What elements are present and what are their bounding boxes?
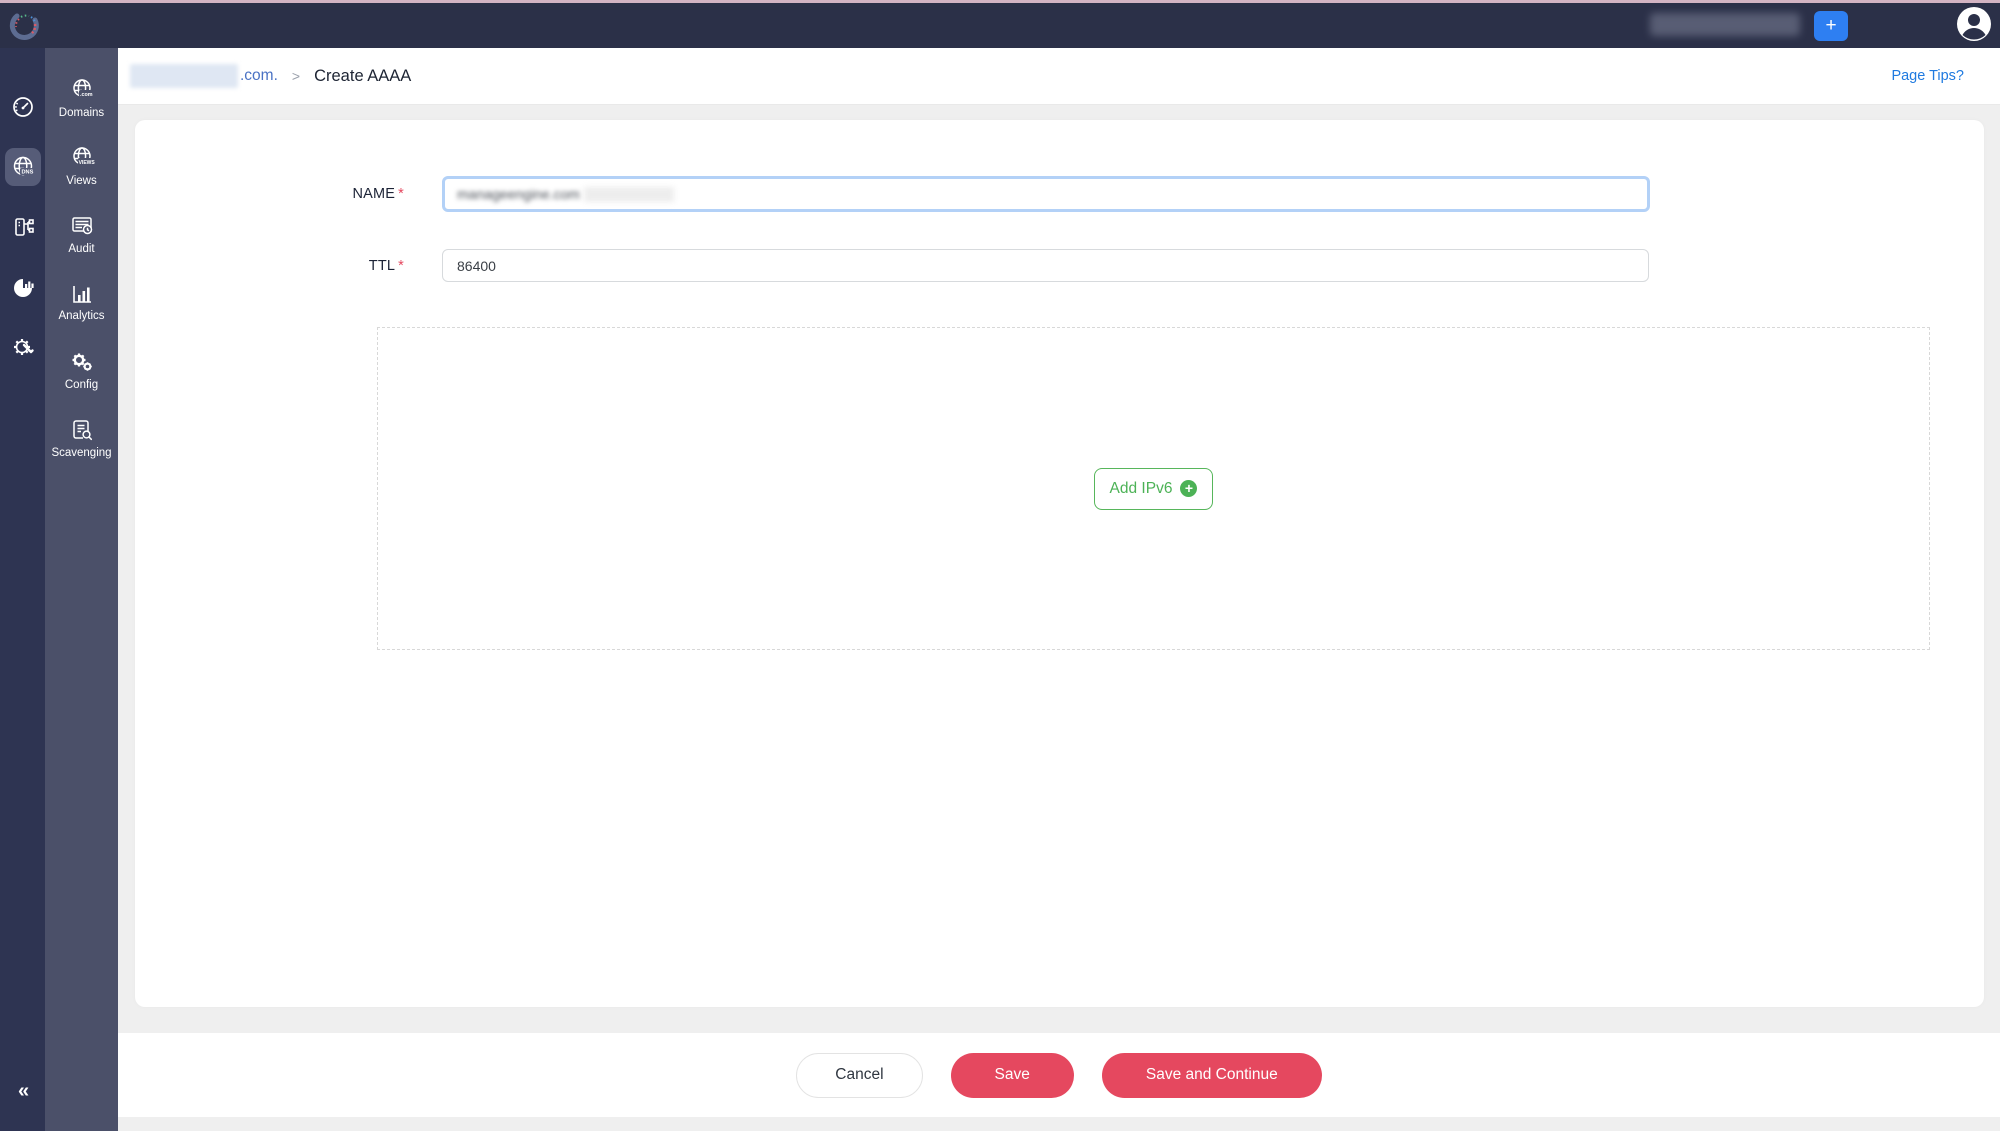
scavenging-doc-search-icon	[69, 417, 95, 443]
name-value-redaction-tail	[584, 187, 674, 202]
subnav-label: Domains	[59, 107, 104, 119]
breadcrumb-bar: .com. > Create AAAA Page Tips?	[118, 48, 2000, 105]
subnav-label: Audit	[68, 243, 94, 255]
save-and-continue-button[interactable]: Save and Continue	[1102, 1053, 1322, 1098]
subnav-label: Scavenging	[51, 447, 111, 459]
primary-sidebar: DNS	[0, 48, 45, 1131]
add-ipv6-button[interactable]: Add IPv6 +	[1094, 468, 1214, 510]
collapse-chevrons-icon[interactable]: «	[0, 1080, 45, 1103]
ipv6-records-dropzone: Add IPv6 +	[377, 327, 1930, 650]
breadcrumb-separator: >	[292, 68, 300, 84]
dashboard-gauge-icon	[11, 95, 35, 119]
ttl-form-row: TTL* 86400	[135, 249, 1784, 282]
logo-swoosh-icon	[7, 6, 45, 44]
subnav-item-views[interactable]: VIEWS Views	[45, 132, 118, 200]
breadcrumb-domain-redacted[interactable]	[130, 64, 238, 88]
add-new-button[interactable]: +	[1814, 11, 1848, 41]
app-window: +	[0, 0, 2000, 1131]
name-form-row: NAME* manageengine.com	[135, 176, 1784, 212]
reports-pie-icon	[11, 275, 35, 299]
name-field-label: NAME*	[135, 186, 404, 202]
name-input[interactable]: manageengine.com	[442, 176, 1650, 212]
create-aaaa-form-card: NAME* manageengine.com TTL* 86400 Add IP…	[135, 120, 1984, 1007]
admin-gear-wrench-icon	[11, 335, 35, 359]
top-header-bar: +	[0, 0, 2000, 48]
form-action-bar: Cancel Save Save and Continue	[118, 1033, 2000, 1117]
views-globe-icon: VIEWS	[69, 145, 95, 171]
svg-text:VIEWS: VIEWS	[78, 160, 94, 166]
page-title: Create AAAA	[314, 67, 411, 86]
sidebar-item-ipam[interactable]	[5, 208, 41, 246]
subnav-label: Views	[66, 175, 96, 187]
user-avatar-icon[interactable]	[1956, 6, 1992, 42]
cancel-button[interactable]: Cancel	[796, 1053, 922, 1098]
ipam-device-icon	[11, 215, 35, 239]
analytics-bars-icon	[70, 282, 94, 306]
add-ipv6-label: Add IPv6	[1110, 480, 1173, 498]
page-tips-link[interactable]: Page Tips?	[1891, 68, 1964, 84]
config-gears-icon	[69, 349, 95, 375]
subnav-item-analytics[interactable]: Analytics	[45, 268, 118, 336]
domains-globe-icon: .com	[69, 77, 95, 103]
main-content: NAME* manageengine.com TTL* 86400 Add IP…	[118, 105, 2000, 1131]
sidebar-item-dashboard[interactable]	[5, 88, 41, 126]
svg-text:DNS: DNS	[21, 170, 33, 176]
search-redacted[interactable]	[1650, 13, 1800, 36]
required-asterisk: *	[398, 186, 404, 202]
subnav-label: Analytics	[58, 310, 104, 322]
window-top-strip	[0, 0, 2000, 3]
name-input-value-redacted: manageengine.com	[457, 186, 580, 202]
ttl-field-label: TTL*	[135, 258, 404, 274]
dns-subnav: .com Domains VIEWS	[45, 48, 118, 1131]
audit-list-clock-icon	[69, 213, 95, 239]
save-button[interactable]: Save	[951, 1053, 1074, 1098]
subnav-item-scavenging[interactable]: Scavenging	[45, 404, 118, 472]
subnav-item-audit[interactable]: Audit	[45, 200, 118, 268]
sidebar-item-reports[interactable]	[5, 268, 41, 306]
sidebar-item-admin[interactable]	[5, 328, 41, 366]
subnav-label: Config	[65, 379, 98, 391]
subnav-item-config[interactable]: Config	[45, 336, 118, 404]
required-asterisk: *	[398, 258, 404, 274]
dns-globe-icon: DNS	[10, 154, 36, 180]
sidebar-item-dns[interactable]: DNS	[5, 148, 41, 186]
breadcrumb-domain-suffix[interactable]: .com.	[240, 67, 278, 85]
ttl-input[interactable]: 86400	[442, 249, 1649, 282]
plus-circle-icon: +	[1180, 480, 1197, 497]
ttl-input-value: 86400	[457, 258, 496, 274]
svg-text:.com: .com	[80, 92, 93, 98]
subnav-item-domains[interactable]: .com Domains	[45, 64, 118, 132]
